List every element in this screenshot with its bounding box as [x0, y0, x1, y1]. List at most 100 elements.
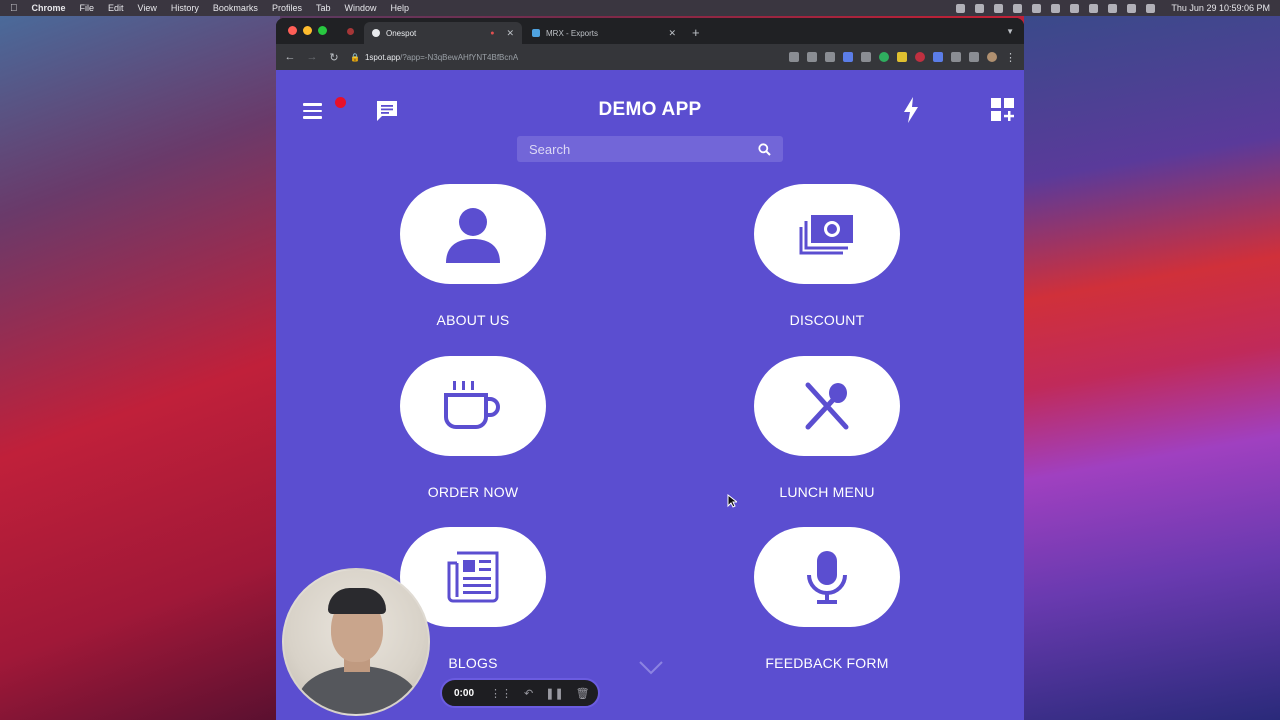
spotlight-search-icon[interactable]	[1127, 3, 1137, 13]
undo-icon[interactable]: ↶	[524, 687, 533, 700]
maximize-window-button[interactable]	[318, 26, 327, 35]
tab-search-chevron-icon[interactable]: ▼	[1006, 27, 1014, 36]
search-icon[interactable]	[758, 142, 771, 156]
profile-avatar[interactable]	[987, 52, 997, 62]
mrx-favicon-icon	[532, 29, 540, 37]
side-panel-icon[interactable]	[969, 52, 979, 62]
share-icon[interactable]	[807, 52, 817, 62]
trash-icon[interactable]: 🗑	[576, 687, 590, 700]
webcam-person-cap	[328, 588, 386, 614]
status-icon[interactable]	[1051, 3, 1061, 13]
tab-mrx-exports[interactable]: MRX - Exports ✕	[524, 22, 684, 44]
tile-lunch-menu[interactable]: LUNCH MENU	[754, 356, 900, 500]
tile-about-us[interactable]: ABOUT US	[400, 184, 546, 328]
status-icon[interactable]	[1013, 3, 1023, 13]
menu-tab[interactable]: Tab	[316, 3, 331, 13]
drag-handle-icon[interactable]: ⋮⋮	[490, 687, 512, 700]
menu-profiles[interactable]: Profiles	[272, 3, 302, 13]
webcam-person-body	[298, 666, 418, 714]
lock-icon[interactable]: 🔒	[350, 53, 360, 62]
menu-history[interactable]: History	[171, 3, 199, 13]
menubar-clock[interactable]: Thu Jun 29 10:59:06 PM	[1171, 3, 1270, 13]
pause-icon[interactable]: ❚❚	[545, 687, 563, 700]
search-input[interactable]: Search	[517, 136, 783, 162]
tile-label: ABOUT US	[436, 312, 510, 328]
forward-button[interactable]: →	[306, 51, 318, 63]
webcam-overlay	[282, 568, 430, 716]
tab-title: MRX - Exports	[546, 28, 599, 38]
control-center-icon[interactable]	[1146, 3, 1156, 13]
tile-discount[interactable]: DISCOUNT	[754, 184, 900, 328]
url-host: 1spot.app	[364, 52, 401, 62]
new-tab-button[interactable]: +	[692, 25, 700, 40]
app-header: DEMO APP	[276, 70, 1024, 134]
person-icon	[446, 208, 500, 263]
onespot-favicon-icon	[372, 29, 380, 37]
camera-icon[interactable]	[789, 52, 799, 62]
extension-icon[interactable]	[915, 52, 925, 62]
recording-timer: 0:00	[454, 687, 475, 699]
lightning-bolt-icon[interactable]	[903, 97, 919, 123]
extension-icon[interactable]	[843, 52, 853, 62]
recording-control-bar: 0:00 ⋮⋮ ↶ ❚❚ 🗑	[440, 678, 600, 708]
minimize-window-button[interactable]	[303, 26, 312, 35]
menu-bookmarks[interactable]: Bookmarks	[213, 3, 258, 13]
menubar-status-area: Thu Jun 29 10:59:06 PM	[956, 3, 1270, 13]
add-widget-grid-icon[interactable]	[991, 98, 1015, 122]
desktop-wallpaper-left	[0, 16, 280, 720]
tab-title: Onespot	[386, 28, 417, 38]
newspaper-icon	[447, 551, 499, 603]
menu-help[interactable]: Help	[390, 3, 409, 13]
menu-view[interactable]: View	[138, 3, 157, 13]
tile-feedback-form[interactable]: FEEDBACK FORM	[754, 527, 900, 671]
wifi-icon[interactable]	[1108, 3, 1118, 13]
extension-icon[interactable]	[861, 52, 871, 62]
back-button[interactable]: ←	[284, 51, 296, 63]
status-icon[interactable]	[975, 3, 985, 13]
menu-window[interactable]: Window	[344, 3, 376, 13]
tile-button[interactable]	[754, 184, 900, 284]
tile-order-now[interactable]: ORDER NOW	[400, 356, 546, 500]
mac-menu-bar:  Chrome File Edit View History Bookmark…	[0, 0, 1280, 16]
extension-icon[interactable]	[933, 52, 943, 62]
tile-label: FEEDBACK FORM	[765, 655, 889, 671]
status-icon[interactable]	[994, 3, 1004, 13]
tile-button[interactable]	[400, 356, 546, 456]
money-icon	[799, 215, 853, 255]
tile-button[interactable]	[754, 527, 900, 627]
tile-label: ORDER NOW	[427, 484, 519, 500]
status-icon[interactable]	[956, 3, 966, 13]
search-placeholder: Search	[529, 141, 571, 157]
recording-tab-icon: ●	[490, 29, 495, 37]
tile-label: LUNCH MENU	[779, 484, 875, 500]
coffee-cup-icon	[444, 381, 500, 429]
scroll-down-chevron-icon[interactable]	[638, 660, 664, 676]
menu-file[interactable]: File	[80, 3, 95, 13]
tab-onespot[interactable]: Onespot ● ✕	[364, 22, 522, 44]
browser-toolbar: ← → ↻ 🔒 1spot.app/?app=-N3qBewAHfYNT4BfB…	[276, 44, 1024, 70]
apple-icon[interactable]: 	[10, 3, 18, 14]
tile-label: DISCOUNT	[789, 312, 865, 328]
close-tab-icon[interactable]: ✕	[506, 28, 514, 39]
close-tab-icon[interactable]: ✕	[668, 28, 676, 39]
recording-indicator-icon	[347, 28, 354, 35]
reload-button[interactable]: ↻	[328, 51, 340, 64]
bluetooth-icon[interactable]	[1089, 3, 1099, 13]
tile-button[interactable]	[400, 184, 546, 284]
url-path: /?app=-N3qBewAHfYNT4BfBcnA	[400, 52, 519, 62]
menu-edit[interactable]: Edit	[108, 3, 124, 13]
status-icon[interactable]	[1032, 3, 1042, 13]
close-window-button[interactable]	[288, 26, 297, 35]
battery-icon[interactable]	[1070, 3, 1080, 13]
menubar-app-name[interactable]: Chrome	[32, 3, 66, 13]
extensions-area: ⋮	[789, 51, 1016, 64]
bookmark-star-icon[interactable]	[825, 52, 835, 62]
grammarly-icon[interactable]	[879, 52, 889, 62]
desktop-wallpaper-right	[1024, 16, 1280, 720]
browser-menu-icon[interactable]: ⋮	[1005, 51, 1016, 64]
microphone-icon	[807, 551, 847, 604]
tile-button[interactable]	[754, 356, 900, 456]
extension-icon[interactable]	[897, 52, 907, 62]
puzzle-extensions-icon[interactable]	[951, 52, 961, 62]
address-bar[interactable]: 🔒 1spot.app/?app=-N3qBewAHfYNT4BfBcnA	[350, 48, 736, 66]
